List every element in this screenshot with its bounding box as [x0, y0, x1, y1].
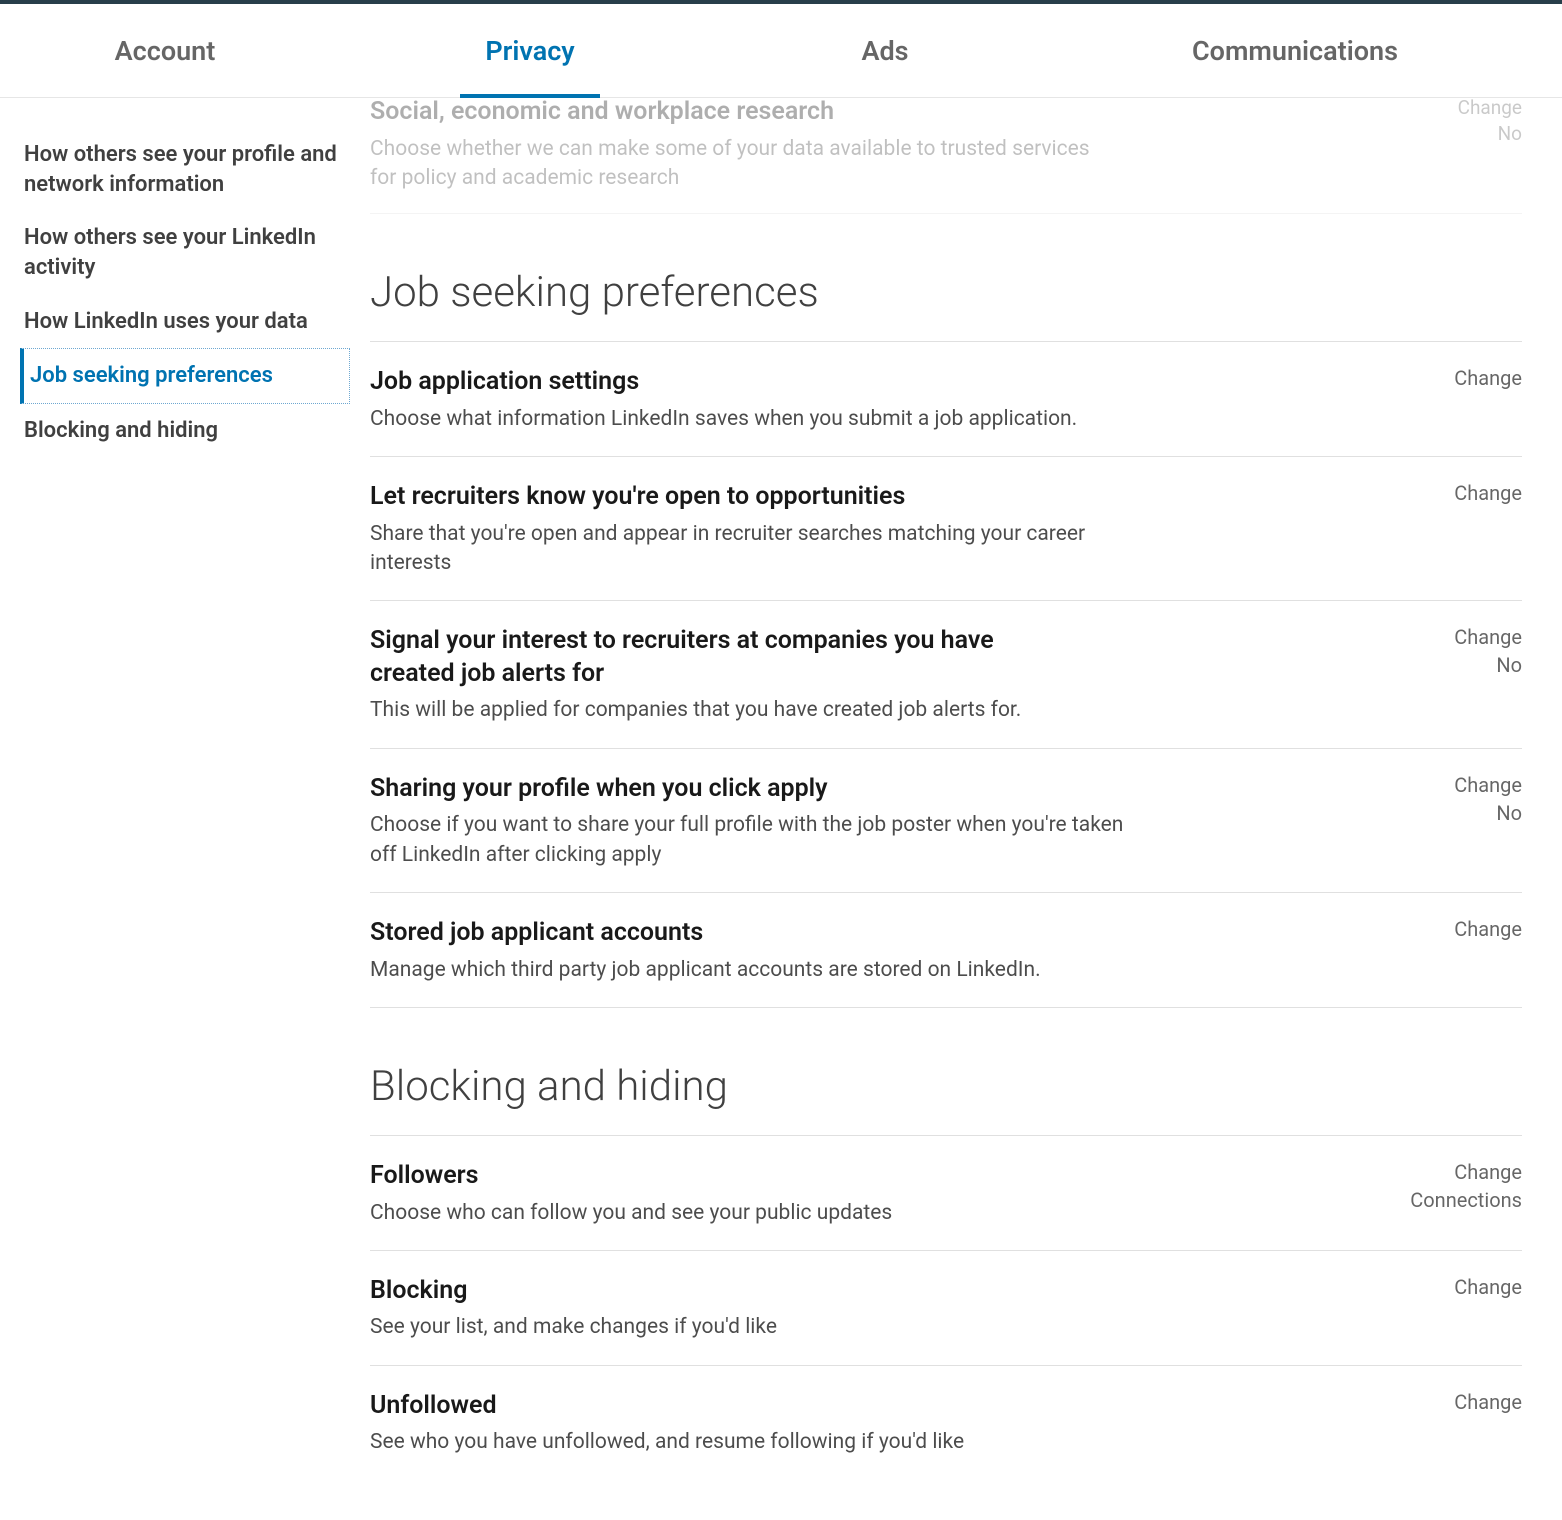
- setting-title: Let recruiters know you're open to oppor…: [370, 481, 1070, 514]
- settings-sidebar: How others see your profile and network …: [0, 98, 370, 1520]
- setting-row-stored-accounts[interactable]: Stored job applicant accounts Manage whi…: [370, 893, 1522, 1008]
- setting-title: Stored job applicant accounts: [370, 917, 1070, 950]
- setting-row-unfollowed[interactable]: Unfollowed See who you have unfollowed, …: [370, 1366, 1522, 1480]
- sidebar-item-label: How LinkedIn uses your data: [24, 309, 308, 334]
- sidebar-item-blocking[interactable]: Blocking and hiding: [20, 404, 350, 458]
- change-link[interactable]: Change: [1454, 917, 1522, 941]
- setting-status: Connections: [1410, 1188, 1522, 1212]
- setting-row-blocking[interactable]: Blocking See your list, and make changes…: [370, 1251, 1522, 1366]
- setting-row-open-to-recruiters[interactable]: Let recruiters know you're open to oppor…: [370, 457, 1522, 601]
- change-link[interactable]: Change: [1454, 1160, 1522, 1184]
- sidebar-item-activity-visibility[interactable]: How others see your LinkedIn activity: [20, 211, 350, 294]
- setting-row-job-application[interactable]: Job application settings Choose what inf…: [370, 342, 1522, 457]
- change-link[interactable]: Change: [1454, 366, 1522, 390]
- sidebar-item-label: Blocking and hiding: [24, 418, 218, 443]
- setting-title: Unfollowed: [370, 1390, 1070, 1423]
- setting-title: Job application settings: [370, 366, 1070, 399]
- sidebar-item-label: How others see your profile and network …: [24, 142, 337, 197]
- change-link[interactable]: Change: [1454, 481, 1522, 505]
- setting-description: Choose who can follow you and see your p…: [370, 1199, 1130, 1228]
- tab-account[interactable]: Account: [0, 4, 330, 98]
- section-heading-job-seeking: Job seeking preferences: [370, 214, 1522, 342]
- tab-communications[interactable]: Communications: [1060, 4, 1530, 98]
- change-link[interactable]: Change: [1454, 1275, 1522, 1299]
- setting-row-share-profile-apply[interactable]: Sharing your profile when you click appl…: [370, 749, 1522, 893]
- setting-status: No: [1498, 122, 1522, 145]
- setting-description: Choose what information LinkedIn saves w…: [370, 405, 1130, 434]
- change-link[interactable]: Change: [1454, 773, 1522, 797]
- setting-description: See who you have unfollowed, and resume …: [370, 1428, 1130, 1457]
- tab-ads[interactable]: Ads: [720, 4, 1050, 98]
- setting-title: Sharing your profile when you click appl…: [370, 773, 1070, 806]
- setting-description: See your list, and make changes if you'd…: [370, 1313, 1130, 1342]
- setting-title: Followers: [370, 1160, 1070, 1193]
- setting-title: Signal your interest to recruiters at co…: [370, 625, 1070, 690]
- sidebar-item-job-seeking[interactable]: Job seeking preferences: [20, 348, 350, 404]
- sidebar-item-data-usage[interactable]: How LinkedIn uses your data: [20, 295, 350, 349]
- change-link[interactable]: Change: [1454, 1390, 1522, 1414]
- setting-title: Blocking: [370, 1275, 1070, 1308]
- settings-tabs: Account Privacy Ads Communications: [0, 4, 1562, 98]
- setting-title: Social, economic and workplace research: [370, 96, 1070, 129]
- setting-description: This will be applied for companies that …: [370, 696, 1130, 725]
- sidebar-item-profile-visibility[interactable]: How others see your profile and network …: [20, 128, 350, 211]
- tab-privacy[interactable]: Privacy: [360, 4, 700, 98]
- setting-row-signal-interest[interactable]: Signal your interest to recruiters at co…: [370, 601, 1522, 748]
- setting-description: Manage which third party job applicant a…: [370, 956, 1130, 985]
- sidebar-item-label: Job seeking preferences: [30, 363, 273, 388]
- change-link[interactable]: Change: [1458, 96, 1522, 119]
- settings-main: Social, economic and workplace research …: [370, 98, 1562, 1520]
- setting-description: Share that you're open and appear in rec…: [370, 520, 1130, 579]
- setting-status: No: [1496, 653, 1522, 677]
- setting-description: Choose if you want to share your full pr…: [370, 811, 1130, 870]
- setting-description: Choose whether we can make some of your …: [370, 135, 1110, 194]
- change-link[interactable]: Change: [1454, 625, 1522, 649]
- setting-row-followers[interactable]: Followers Choose who can follow you and …: [370, 1136, 1522, 1251]
- setting-status: No: [1496, 801, 1522, 825]
- sidebar-item-label: How others see your LinkedIn activity: [24, 225, 316, 280]
- setting-row-research[interactable]: Social, economic and workplace research …: [370, 96, 1522, 214]
- section-heading-blocking: Blocking and hiding: [370, 1008, 1522, 1136]
